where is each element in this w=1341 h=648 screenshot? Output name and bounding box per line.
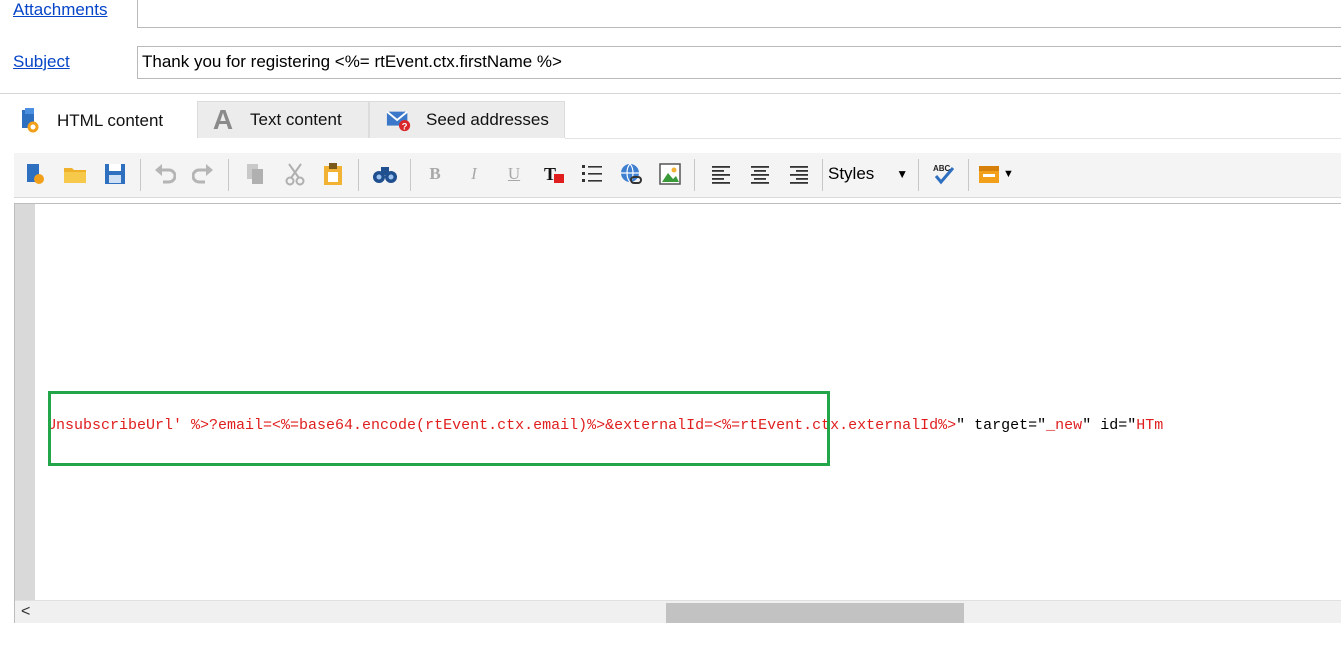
html-page-icon [17, 107, 43, 134]
editor-toolbar: B I U T Styles ▼ ABC ▼ [14, 153, 1341, 198]
horizontal-scrollbar[interactable]: < [15, 600, 1341, 623]
highlight-box [48, 391, 830, 466]
save-icon[interactable] [102, 161, 128, 187]
code-attr-segment: " target=" [956, 417, 1047, 434]
tab-seed-addresses[interactable]: ? Seed addresses [369, 101, 565, 138]
scroll-left-icon[interactable]: < [21, 603, 30, 621]
svg-text:?: ? [402, 121, 408, 131]
bullet-list-icon[interactable] [579, 161, 605, 187]
editor-gutter [15, 204, 35, 600]
toolbar-separator [358, 159, 359, 191]
tab-label: Seed addresses [426, 110, 549, 129]
toolbar-separator [694, 159, 695, 191]
find-binoculars-icon[interactable] [372, 161, 398, 187]
code-red-segment: _new [1046, 417, 1083, 434]
letter-a-icon: A [212, 104, 234, 135]
styles-dropdown[interactable]: Styles ▼ [828, 161, 918, 187]
chevron-down-icon: ▼ [1003, 168, 1014, 180]
text-color-icon[interactable]: T [541, 161, 567, 187]
toolbar-separator [968, 159, 969, 191]
toolbar-separator [410, 159, 411, 191]
insert-image-icon[interactable] [657, 161, 683, 187]
tab-html-content[interactable]: HTML content [0, 101, 197, 139]
insert-block-dropdown[interactable]: ▼ [977, 161, 1019, 187]
code-red-segment: HTm [1136, 417, 1164, 434]
undo-icon[interactable] [152, 161, 178, 187]
attachments-field[interactable] [137, 0, 1341, 28]
bold-button[interactable]: B [422, 161, 448, 187]
styles-label: Styles [828, 164, 875, 183]
open-folder-icon[interactable] [62, 161, 88, 187]
chevron-down-icon: ▼ [896, 167, 909, 181]
redo-icon[interactable] [190, 161, 216, 187]
header-divider [0, 93, 1341, 94]
toolbar-separator [822, 159, 823, 191]
tabs-baseline [565, 138, 1341, 139]
paste-icon[interactable] [320, 161, 346, 187]
subject-link[interactable]: Subject [13, 52, 70, 72]
block-insert-icon [979, 166, 999, 183]
tab-label: HTML content [57, 110, 164, 130]
insert-link-globe-icon[interactable] [618, 161, 644, 187]
tab-text-content[interactable]: A Text content [197, 101, 369, 138]
toolbar-separator [918, 159, 919, 191]
align-right-icon[interactable] [786, 161, 812, 187]
toolbar-separator [228, 159, 229, 191]
italic-button[interactable]: I [461, 161, 487, 187]
toolbar-separator [140, 159, 141, 191]
copy-icon[interactable] [242, 161, 268, 187]
cut-icon[interactable] [282, 161, 308, 187]
underline-button[interactable]: U [501, 161, 527, 187]
attachments-link[interactable]: Attachments [13, 0, 108, 20]
code-attr-segment: " id=" [1082, 417, 1137, 434]
tab-label: Text content [250, 110, 342, 129]
subject-input[interactable]: Thank you for registering <%= rtEvent.ct… [137, 46, 1341, 79]
envelope-question-icon: ? [386, 107, 412, 133]
new-document-icon[interactable] [22, 161, 48, 187]
align-center-icon[interactable] [747, 161, 773, 187]
scrollbar-thumb[interactable] [666, 603, 964, 623]
spellcheck-icon[interactable]: ABC [931, 161, 957, 187]
align-left-icon[interactable] [708, 161, 734, 187]
